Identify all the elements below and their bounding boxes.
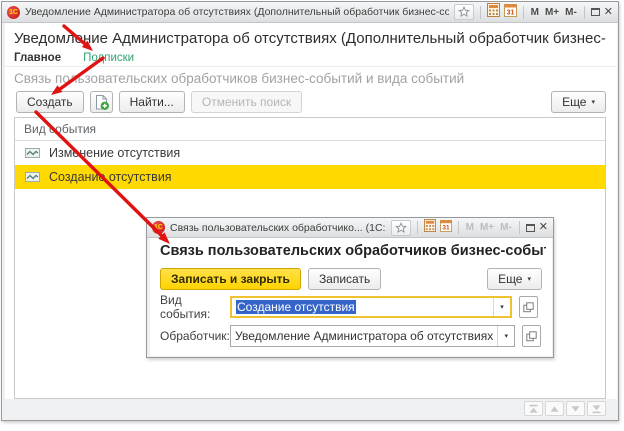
dialog-window: 1С Связь пользовательских обработчико...… <box>146 217 554 358</box>
separator <box>584 6 585 19</box>
svg-text:31: 31 <box>506 9 514 16</box>
calendar-icon: 31 <box>440 219 452 232</box>
more-button-label: Еще <box>498 272 522 286</box>
calendar-icon: 31 <box>504 3 517 17</box>
dialog-heading: Связь пользовательских обработчиков бизн… <box>160 243 546 259</box>
dialog-titlebar-icons: 31 М М+ М- ✕ <box>391 219 548 237</box>
caret-down-icon: ▾ <box>591 99 595 106</box>
event-kind-dropdown-button[interactable]: ▾ <box>493 298 510 316</box>
handler-open-button[interactable] <box>522 325 541 347</box>
main-titlebar: 1С Уведомление Администратора об отсутст… <box>2 2 618 23</box>
go-last-button[interactable] <box>587 401 606 416</box>
create-button[interactable]: Создать <box>16 91 84 113</box>
list-item-label: Создание отсутствия <box>49 170 172 184</box>
memory-button[interactable]: М <box>530 7 540 18</box>
event-kind-label: Вид события: <box>160 293 226 321</box>
handler-value: Уведомление Администратора об отсутствия… <box>231 329 497 343</box>
calculator-button[interactable] <box>424 219 436 237</box>
favorites-button[interactable] <box>454 4 474 20</box>
save-button[interactable]: Записать <box>308 268 381 290</box>
more-button[interactable]: Еще ▾ <box>551 91 606 113</box>
new-document-icon <box>93 94 110 111</box>
dialog-titlebar: 1С Связь пользовательских обработчико...… <box>147 218 553 238</box>
open-link-icon <box>523 302 534 313</box>
handler-label: Обработчик: <box>160 329 226 343</box>
dialog-body: Связь пользовательских обработчиков бизн… <box>150 238 552 356</box>
memory-minus-button[interactable]: М- <box>499 222 513 233</box>
star-icon <box>458 6 470 18</box>
list-item[interactable]: Изменение отсутствия <box>15 141 605 165</box>
separator <box>523 6 524 19</box>
page-title: Уведомление Администратора об отсутствия… <box>14 30 606 47</box>
business-event-icon <box>25 172 40 182</box>
tab-podpiski[interactable]: Подписки <box>83 52 134 64</box>
list-toolbar: Создать Найти... Отменить поиск Еще ▾ <box>16 91 606 113</box>
event-kind-field-row: Вид события: Создание отсутствия ▾ <box>160 296 538 318</box>
app-logo-icon: 1С <box>152 221 165 234</box>
list-item[interactable]: Создание отсутствия <box>15 165 605 189</box>
event-kind-input[interactable]: Создание отсутствия ▾ <box>230 296 512 318</box>
business-event-icon <box>25 148 40 158</box>
memory-minus-button[interactable]: М- <box>564 7 578 18</box>
event-kind-open-button[interactable] <box>519 296 538 318</box>
list-subtitle: Связь пользовательских обработчиков бизн… <box>14 71 606 86</box>
go-next-icon <box>570 404 581 414</box>
caret-down-icon: ▾ <box>504 333 508 340</box>
list-navigation <box>524 401 606 416</box>
separator <box>480 6 481 19</box>
section-tabs: Главное Подписки <box>14 52 134 64</box>
dialog-window-title: Связь пользовательских обработчико... (1… <box>170 222 386 234</box>
calculator-button[interactable] <box>487 3 500 22</box>
separator <box>519 221 520 234</box>
caret-down-icon: ▾ <box>527 276 531 283</box>
calculator-icon <box>487 3 500 17</box>
separator <box>417 221 418 234</box>
go-previous-icon <box>549 404 560 414</box>
calculator-icon <box>424 219 436 232</box>
maximize-icon <box>526 224 535 232</box>
selected-text: Создание отсутствия <box>236 300 356 314</box>
svg-text:31: 31 <box>442 224 450 231</box>
close-button[interactable]: ✕ <box>539 222 548 233</box>
maximize-button[interactable] <box>526 219 535 237</box>
save-and-close-button[interactable]: Записать и закрыть <box>160 268 301 290</box>
memory-plus-button[interactable]: М+ <box>479 222 495 233</box>
list-item-label: Изменение отсутствия <box>49 146 180 160</box>
event-kind-value: Создание отсутствия <box>232 300 493 314</box>
more-button-label: Еще <box>562 95 586 109</box>
go-last-icon <box>591 404 602 414</box>
open-link-icon <box>526 331 537 342</box>
list-column-header[interactable]: Вид события <box>15 118 605 141</box>
memory-plus-button[interactable]: М+ <box>544 7 560 18</box>
app-logo-icon: 1С <box>7 6 20 19</box>
main-titlebar-icons: 31 М М+ М- ✕ <box>454 3 613 22</box>
main-window-title: Уведомление Администратора об отсутствия… <box>25 6 449 18</box>
handler-field-row: Обработчик: Уведомление Администратора о… <box>160 325 538 347</box>
find-button[interactable]: Найти... <box>119 91 185 113</box>
create-copy-button[interactable] <box>90 91 113 113</box>
caret-down-icon: ▾ <box>500 304 504 311</box>
tabs-divider <box>5 66 617 67</box>
calendar-button[interactable]: 31 <box>440 219 452 237</box>
dialog-more-button[interactable]: Еще ▾ <box>487 268 542 290</box>
go-next-button[interactable] <box>566 401 585 416</box>
main-window: 1С Уведомление Администратора об отсутст… <box>1 1 619 421</box>
calendar-button[interactable]: 31 <box>504 3 517 22</box>
handler-input[interactable]: Уведомление Администратора об отсутствия… <box>230 325 515 347</box>
memory-button[interactable]: М <box>465 222 475 233</box>
maximize-icon <box>591 8 600 16</box>
cancel-search-button[interactable]: Отменить поиск <box>191 91 302 113</box>
star-icon <box>395 222 407 234</box>
tab-glavnoe[interactable]: Главное <box>14 52 61 64</box>
handler-dropdown-button[interactable]: ▾ <box>497 326 514 346</box>
go-first-button[interactable] <box>524 401 543 416</box>
go-previous-button[interactable] <box>545 401 564 416</box>
favorites-button[interactable] <box>391 220 411 236</box>
separator <box>458 221 459 234</box>
go-first-icon <box>528 404 539 414</box>
maximize-button[interactable] <box>591 3 600 21</box>
close-button[interactable]: ✕ <box>604 7 613 18</box>
dialog-toolbar: Записать и закрыть Записать Еще ▾ <box>160 268 542 290</box>
